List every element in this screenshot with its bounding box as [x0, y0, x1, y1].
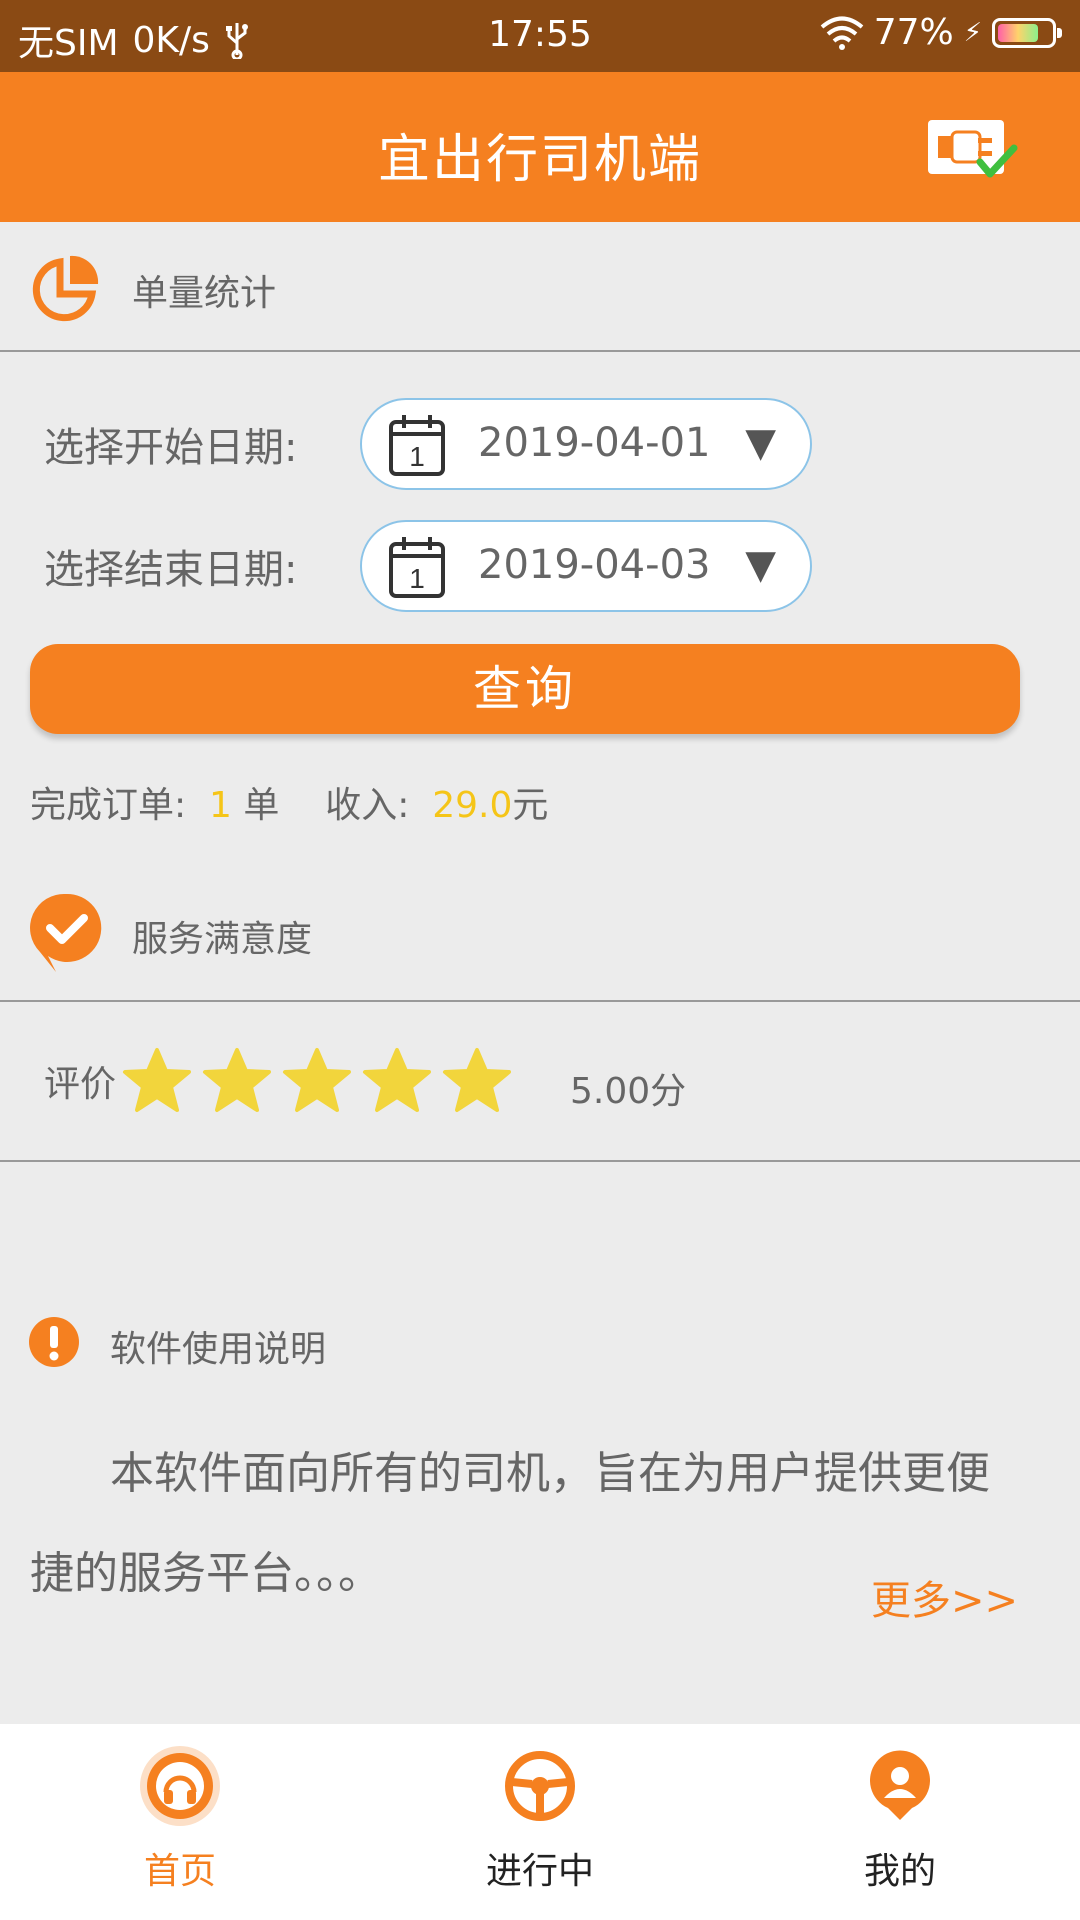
nav-label-home: 首页 — [143, 1851, 216, 1892]
battery-icon — [992, 17, 1062, 48]
star-icon — [283, 1048, 352, 1112]
star-icon — [363, 1048, 432, 1112]
start-date-value: 2019-04-01 — [478, 420, 711, 466]
home-headset-icon — [140, 1746, 220, 1826]
star-rating — [122, 1046, 512, 1116]
rating-score: 5.00分 — [570, 1071, 687, 1112]
start-date-row: 选择开始日期: 1 2019-04-01 ▼ — [44, 398, 812, 490]
query-button[interactable]: 查询 — [30, 644, 1020, 734]
user-pin-icon — [870, 1750, 930, 1820]
completed-orders-unit: 单 — [243, 785, 280, 826]
completed-orders-label: 完成订单: — [30, 785, 187, 826]
calendar-day: 1 — [409, 563, 425, 594]
income-label: 收入: — [325, 785, 410, 826]
income-value: 29.0 — [432, 785, 513, 826]
divider — [0, 1160, 1080, 1162]
charging-icon: ⚡ — [963, 17, 982, 48]
dropdown-arrow-icon: ▼ — [745, 420, 776, 466]
instructions-title: 软件使用说明 — [110, 1329, 327, 1370]
satisfaction-header: 服务满意度 — [0, 888, 1080, 978]
star-icon — [203, 1048, 272, 1112]
divider — [0, 1000, 1080, 1002]
end-date-label: 选择结束日期: — [44, 547, 298, 593]
start-date-picker[interactable]: 1 2019-04-01 ▼ — [360, 398, 812, 490]
battery-percent: 77% — [873, 12, 954, 53]
plug-check-icon[interactable] — [928, 112, 1020, 182]
end-date-value: 2019-04-03 — [478, 542, 711, 588]
star-icon — [123, 1048, 192, 1112]
bottom-nav: 首页 进行中 我的 — [0, 1724, 1080, 1920]
instructions-header: 软件使用说明 — [0, 1314, 1080, 1370]
nav-item-home[interactable]: 首页 — [0, 1724, 360, 1920]
title-bar: 宜出行司机端 — [0, 72, 1080, 222]
status-right: 77% ⚡ — [820, 12, 1062, 53]
wifi-icon — [820, 16, 864, 50]
order-stats-title: 单量统计 — [132, 273, 277, 314]
page-title: 宜出行司机端 — [377, 130, 702, 190]
completed-orders-count: 1 — [209, 785, 232, 826]
income-unit: 元 — [512, 785, 549, 826]
rating-label: 评价 — [44, 1064, 117, 1105]
star-icon — [443, 1048, 512, 1112]
calendar-day: 1 — [409, 441, 425, 472]
alert-icon — [29, 1317, 79, 1367]
dropdown-arrow-icon: ▼ — [745, 542, 776, 588]
more-link[interactable]: 更多>> — [871, 1568, 1018, 1626]
calendar-icon: 1 — [389, 415, 445, 476]
calendar-icon: 1 — [389, 537, 445, 598]
nav-label-mine: 我的 — [863, 1851, 936, 1892]
start-date-label: 选择开始日期: — [44, 425, 298, 471]
battery-fill — [998, 23, 1039, 42]
satisfaction-title: 服务满意度 — [132, 919, 313, 960]
nav-label-in-progress: 进行中 — [485, 1851, 594, 1892]
steering-wheel-icon — [505, 1751, 575, 1821]
end-date-picker[interactable]: 1 2019-04-03 ▼ — [360, 520, 812, 612]
divider — [0, 350, 1080, 352]
nav-item-in-progress[interactable]: 进行中 — [360, 1724, 720, 1920]
nav-item-mine[interactable]: 我的 — [720, 1724, 1080, 1920]
status-bar: 无SIM 0K/s 17:55 77% ⚡ — [0, 0, 1080, 72]
pie-chart-icon — [32, 255, 99, 322]
order-summary: 完成订单: 1 单 收入: 29.0元 — [30, 776, 548, 828]
order-stats-header: 单量统计 — [0, 248, 1080, 328]
rating-row: 评价 — [44, 1046, 512, 1116]
chat-check-icon — [30, 893, 102, 972]
end-date-row: 选择结束日期: 1 2019-04-03 ▼ — [44, 520, 812, 612]
